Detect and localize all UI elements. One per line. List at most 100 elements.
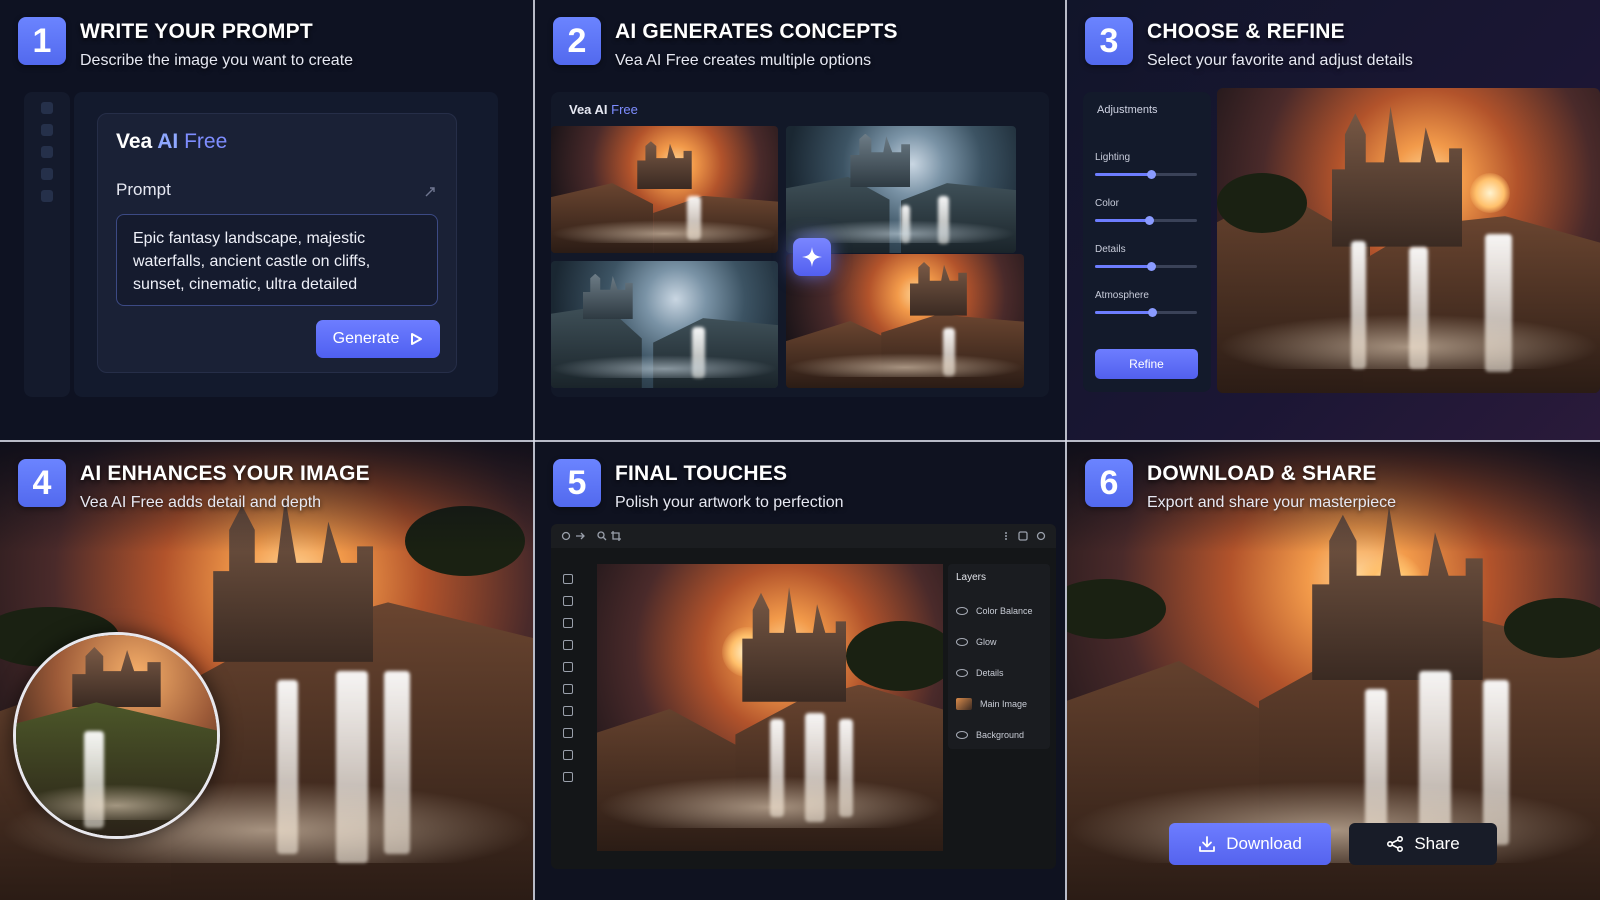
slider-track[interactable] <box>1095 262 1197 271</box>
slider-track[interactable] <box>1095 170 1197 179</box>
eye-icon[interactable] <box>956 606 968 615</box>
gallery-brand-free: Free <box>607 102 638 117</box>
image-icon[interactable] <box>41 124 53 136</box>
eye-icon[interactable] <box>956 637 968 646</box>
concept-thumbnail[interactable] <box>551 126 778 253</box>
panel-divider <box>0 440 1600 442</box>
settings-icon[interactable] <box>41 190 53 202</box>
home-icon[interactable] <box>41 102 53 114</box>
zoom-icon[interactable] <box>597 531 607 541</box>
redo-icon[interactable] <box>575 531 585 541</box>
tool-palette <box>557 564 579 854</box>
adjustments-title: Adjustments <box>1097 104 1158 116</box>
pen-tool-icon[interactable] <box>563 618 573 628</box>
color-slider[interactable]: Color <box>1095 198 1197 225</box>
atmosphere-slider[interactable]: Atmosphere <box>1095 290 1197 317</box>
layer-item[interactable]: Color Balance <box>956 595 1042 626</box>
editor-canvas[interactable] <box>597 564 943 851</box>
step-number-badge: 5 <box>553 459 601 507</box>
history-icon[interactable] <box>41 168 53 180</box>
slider-fill <box>1095 219 1150 222</box>
brand-vea: Vea <box>116 130 158 153</box>
concept-thumbnail[interactable] <box>551 261 778 388</box>
text-tool-icon[interactable] <box>563 750 573 760</box>
download-icon <box>1199 836 1216 852</box>
sparkle-icon[interactable] <box>793 238 831 276</box>
step-title: FINAL TOUCHES <box>615 462 788 485</box>
play-icon <box>411 333 423 345</box>
slider-label: Atmosphere <box>1095 290 1149 301</box>
refine-button[interactable]: Refine <box>1095 349 1198 379</box>
step-number-badge: 4 <box>18 459 66 507</box>
prompt-input[interactable]: Epic fantasy landscape, majestic waterfa… <box>116 214 438 306</box>
brush-tool-icon[interactable] <box>563 596 573 606</box>
step-title: AI GENERATES CONCEPTS <box>615 20 898 43</box>
layer-tool-icon[interactable] <box>563 706 573 716</box>
panel-icon[interactable] <box>1018 531 1028 541</box>
slider-knob[interactable] <box>1148 308 1158 317</box>
crop-icon[interactable] <box>611 531 621 541</box>
select-tool-icon[interactable] <box>563 574 573 584</box>
layer-label: Background <box>976 729 1025 740</box>
step-subtitle: Vea AI Free adds detail and depth <box>80 494 322 511</box>
layers-title: Layers <box>956 572 987 583</box>
step-title: CHOOSE & REFINE <box>1147 20 1345 43</box>
brand-free: Free <box>178 130 228 153</box>
selected-image-preview <box>1217 88 1600 393</box>
eraser-tool-icon[interactable] <box>563 640 573 650</box>
generate-button[interactable]: Generate <box>316 320 440 358</box>
layer-item[interactable]: Glow <box>956 626 1042 657</box>
step-number-badge: 3 <box>1085 17 1133 65</box>
slider-track[interactable] <box>1095 308 1197 317</box>
panel-divider <box>533 0 535 900</box>
layers-panel: Layers Color Balance Glow Details Main I… <box>948 564 1050 749</box>
undo-icon[interactable] <box>561 531 571 541</box>
layer-label: Details <box>976 667 1004 678</box>
step-panel-enhance: 4 AI ENHANCES YOUR IMAGE Vea AI Free add… <box>0 442 533 900</box>
editor-toolbar <box>551 524 1056 548</box>
slider-label: Details <box>1095 244 1126 255</box>
step-subtitle: Export and share your masterpiece <box>1147 494 1397 511</box>
step-panel-choose-refine: 3 CHOOSE & REFINE Select your favorite a… <box>1067 0 1600 440</box>
step-subtitle: Describe the image you want to create <box>80 52 354 69</box>
clone-tool-icon[interactable] <box>563 684 573 694</box>
share-button[interactable]: Share <box>1349 823 1497 865</box>
slider-label: Color <box>1095 198 1119 209</box>
eye-icon[interactable] <box>956 668 968 677</box>
fill-tool-icon[interactable] <box>563 662 573 672</box>
adjustments-panel: Adjustments Lighting Color Details Atmos… <box>1083 92 1211 392</box>
layer-label: Glow <box>976 636 997 647</box>
details-slider[interactable]: Details <box>1095 244 1197 271</box>
lighting-slider[interactable]: Lighting <box>1095 152 1197 179</box>
concept-gallery: Vea AI Free <box>551 92 1049 397</box>
step-title: DOWNLOAD & SHARE <box>1147 462 1377 485</box>
generate-label: Generate <box>332 330 400 347</box>
step-panel-generate-concepts: 2 AI GENERATES CONCEPTS Vea AI Free crea… <box>535 0 1065 440</box>
step-panel-download-share: 6 DOWNLOAD & SHARE Export and share your… <box>1067 442 1600 900</box>
eye-icon[interactable] <box>956 730 968 739</box>
layer-item[interactable]: Background <box>956 719 1042 750</box>
step-panel-final-touches: 5 FINAL TOUCHES Polish your artwork to p… <box>535 442 1065 900</box>
hand-tool-icon[interactable] <box>563 772 573 782</box>
expand-icon[interactable] <box>424 186 436 198</box>
slider-knob[interactable] <box>1147 262 1157 271</box>
step-title: WRITE YOUR PROMPT <box>80 20 313 43</box>
slider-track[interactable] <box>1095 216 1197 225</box>
settings-icon[interactable] <box>1036 531 1046 541</box>
step-panel-write-prompt: 1 WRITE YOUR PROMPT Describe the image y… <box>0 0 533 440</box>
slider-knob[interactable] <box>1147 170 1157 179</box>
layer-item[interactable]: Details <box>956 657 1042 688</box>
layer-label: Color Balance <box>976 605 1033 616</box>
gallery-brand-name: Vea AI <box>569 102 608 117</box>
slider-knob[interactable] <box>1145 216 1155 225</box>
concept-thumbnail[interactable] <box>786 126 1016 253</box>
prompt-label: Prompt <box>116 180 171 199</box>
download-button[interactable]: Download <box>1169 823 1331 865</box>
eyedropper-tool-icon[interactable] <box>563 728 573 738</box>
step-number-badge: 1 <box>18 17 66 65</box>
more-icon[interactable] <box>1004 531 1008 541</box>
brand-ai: AI <box>157 130 179 153</box>
layer-item[interactable]: Main Image <box>956 688 1042 719</box>
palette-icon[interactable] <box>41 146 53 158</box>
brand-logo: Vea AI Free <box>116 130 227 154</box>
